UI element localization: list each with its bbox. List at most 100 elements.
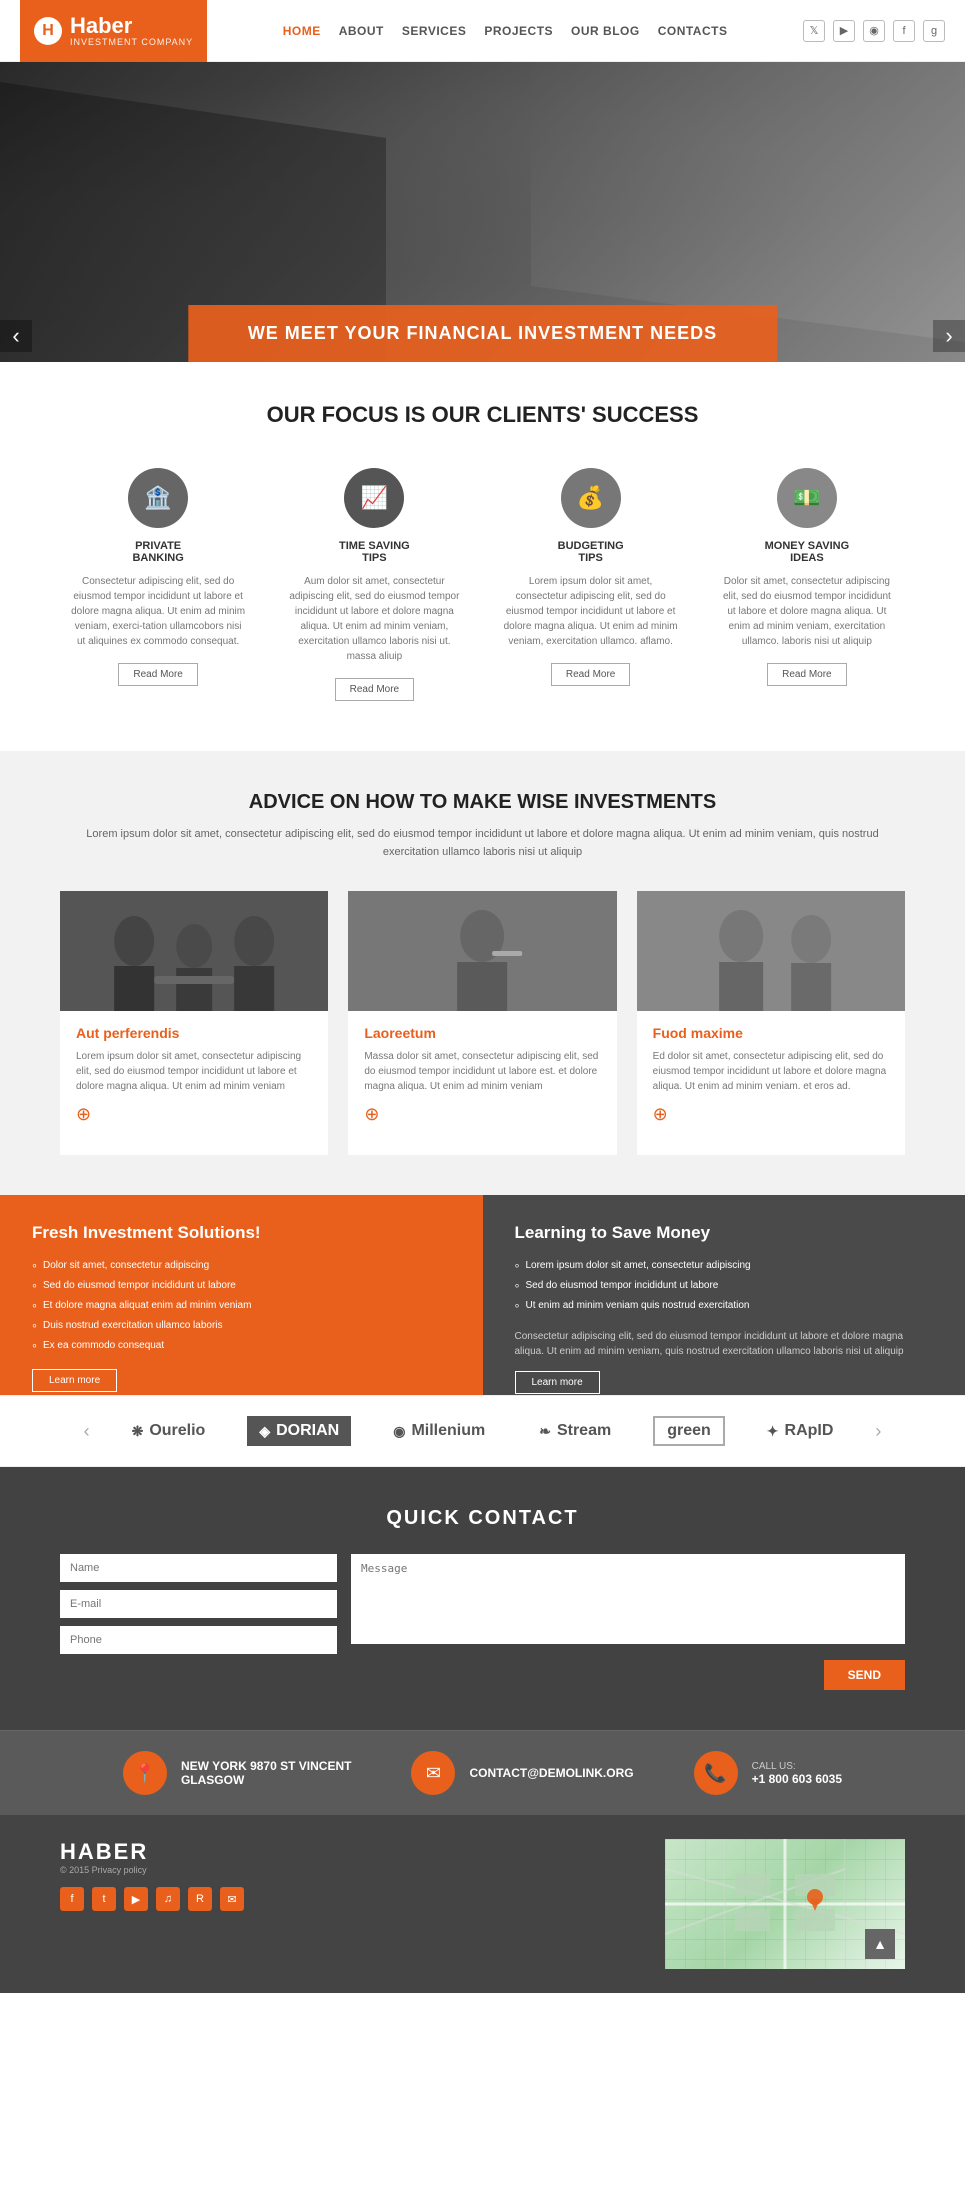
- nav-home[interactable]: HOME: [283, 24, 321, 38]
- logos-next-button[interactable]: ›: [875, 1421, 881, 1442]
- logo-icon: H: [34, 17, 62, 45]
- rapid-label: RApID: [785, 1422, 834, 1440]
- logo-subtitle: INVESTMENT COMPANY: [70, 37, 193, 47]
- header: H Haber INVESTMENT COMPANY HOME ABOUT SE…: [0, 0, 965, 62]
- advice-title: ADVICE ON HOW TO MAKE WISE INVESTMENTS: [60, 791, 905, 814]
- nav-projects[interactable]: PROJECTS: [484, 24, 553, 38]
- twitter-icon[interactable]: 𝕏: [803, 20, 825, 42]
- solutions-right: Learning to Save Money Lorem ipsum dolor…: [483, 1195, 965, 1395]
- phone-icon: 📞: [694, 1751, 738, 1795]
- footer-social-rss[interactable]: R: [188, 1887, 212, 1911]
- green-label: green: [667, 1422, 711, 1440]
- nav-contacts[interactable]: CONTACTS: [658, 24, 728, 38]
- advice-card-1-name: Aut perferendis: [76, 1025, 312, 1041]
- advice-card-1-link-icon[interactable]: ⊕: [76, 1104, 312, 1125]
- quick-contact-title: QUICK CONTACT: [60, 1507, 905, 1530]
- facebook-icon[interactable]: f: [893, 20, 915, 42]
- name-input[interactable]: [60, 1554, 337, 1582]
- logo-ourelio[interactable]: ❋ Ourelio: [120, 1416, 218, 1446]
- focus-card-4-read-more[interactable]: Read More: [767, 663, 846, 686]
- logo-dorian[interactable]: ◈ DORIAN: [247, 1416, 351, 1446]
- millenium-label: Millenium: [411, 1422, 485, 1440]
- email-value: CONTACT@DEMOLINK.ORG: [469, 1766, 633, 1780]
- advice-card-1-image: [60, 891, 328, 1011]
- focus-card-2-text: Aum dolor sit amet, consectetur adipisci…: [286, 574, 462, 664]
- logo-millenium[interactable]: ◉ Millenium: [381, 1416, 497, 1446]
- hero-next-button[interactable]: ›: [933, 320, 965, 352]
- advice-card-1: Aut perferendis Lorem ipsum dolor sit am…: [60, 891, 328, 1155]
- advice-card-3-link-icon[interactable]: ⊕: [653, 1104, 889, 1125]
- saving-item-3: Ut enim ad minim veniam quis nostrud exe…: [515, 1297, 934, 1313]
- main-nav: HOME ABOUT SERVICES PROJECTS OUR BLOG CO…: [283, 24, 728, 38]
- phone-value: +1 800 603 6035: [752, 1772, 842, 1786]
- message-textarea[interactable]: [351, 1554, 905, 1644]
- focus-title: OUR FOCUS IS OUR CLIENTS' SUCCESS: [60, 402, 905, 428]
- scroll-top-button[interactable]: ▲: [865, 1929, 895, 1959]
- nav-blog[interactable]: OUR BLOG: [571, 24, 640, 38]
- focus-card-1: 🏦 PRIVATEBANKING Consectetur adipiscing …: [60, 458, 256, 711]
- hero-bg-right: [531, 62, 965, 342]
- hero-prev-button[interactable]: ‹: [0, 320, 32, 352]
- hero-banner: WE MEET YOUR FINANCIAL INVESTMENT NEEDS: [188, 305, 777, 362]
- footer-map-wrapper: ▲: [665, 1839, 905, 1969]
- address-icon: 📍: [123, 1751, 167, 1795]
- logo-name: Haber: [70, 15, 193, 37]
- focus-card-1-text: Consectetur adipiscing elit, sed do eius…: [70, 574, 246, 649]
- logos-prev-button[interactable]: ‹: [84, 1421, 90, 1442]
- solutions-item-5: Ex ea commodo consequat: [32, 1337, 451, 1353]
- phone-input[interactable]: [60, 1626, 337, 1654]
- focus-card-2-title: TIME SAVINGTIPS: [286, 540, 462, 564]
- logo-stream[interactable]: ❧ Stream: [527, 1416, 623, 1446]
- solutions-learn-btn[interactable]: Learn more: [32, 1369, 117, 1392]
- hero-section: WE MEET YOUR FINANCIAL INVESTMENT NEEDS …: [0, 62, 965, 362]
- contact-form: SEND: [60, 1554, 905, 1690]
- advice-card-2-name: Laoreetum: [364, 1025, 600, 1041]
- advice-card-2-link-icon[interactable]: ⊕: [364, 1104, 600, 1125]
- footer-social-icons: f t ▶ ♫ R ✉: [60, 1887, 635, 1911]
- footer-social-tw[interactable]: t: [92, 1887, 116, 1911]
- saving-text: Consectetur adipiscing elit, sed do eius…: [515, 1329, 934, 1359]
- private-banking-icon: 🏦: [128, 468, 188, 528]
- dorian-icon: ◈: [259, 1423, 270, 1440]
- advice-card-2: Laoreetum Massa dolor sit amet, consecte…: [348, 891, 616, 1155]
- footer-social-fb[interactable]: f: [60, 1887, 84, 1911]
- focus-section: OUR FOCUS IS OUR CLIENTS' SUCCESS 🏦 PRIV…: [0, 362, 965, 751]
- stream-icon: ❧: [539, 1423, 551, 1440]
- stream-label: Stream: [557, 1422, 611, 1440]
- logo-rapid[interactable]: ✦ RApID: [755, 1416, 846, 1446]
- focus-card-2: 📈 TIME SAVINGTIPS Aum dolor sit amet, co…: [276, 458, 472, 711]
- send-button[interactable]: SEND: [824, 1660, 905, 1690]
- advice-card-2-image: [348, 891, 616, 1011]
- footer-social-music[interactable]: ♫: [156, 1887, 180, 1911]
- saving-learn-btn[interactable]: Learn more: [515, 1371, 600, 1394]
- contact-phone: 📞 CALL US: +1 800 603 6035: [694, 1751, 842, 1795]
- footer-social-email[interactable]: ✉: [220, 1887, 244, 1911]
- focus-card-3-read-more[interactable]: Read More: [551, 663, 630, 686]
- advice-cards: Aut perferendis Lorem ipsum dolor sit am…: [60, 891, 905, 1155]
- logo-green[interactable]: green: [653, 1416, 725, 1446]
- saving-item-1: Lorem ipsum dolor sit amet, consectetur …: [515, 1257, 934, 1273]
- focus-card-4-text: Dolor sit amet, consectetur adipiscing e…: [719, 574, 895, 649]
- footer-social-yt[interactable]: ▶: [124, 1887, 148, 1911]
- nav-about[interactable]: ABOUT: [339, 24, 384, 38]
- focus-card-1-read-more[interactable]: Read More: [118, 663, 197, 686]
- footer: HABER © 2015 Privacy policy f t ▶ ♫ R ✉: [0, 1815, 965, 1993]
- advice-card-2-text: Massa dolor sit amet, consectetur adipis…: [364, 1049, 600, 1094]
- solutions-title: Fresh Investment Solutions!: [32, 1223, 451, 1243]
- dorian-label: DORIAN: [276, 1422, 339, 1440]
- gplus-icon[interactable]: g: [923, 20, 945, 42]
- millenium-icon: ◉: [393, 1423, 405, 1440]
- advice-section: ADVICE ON HOW TO MAKE WISE INVESTMENTS L…: [0, 751, 965, 1195]
- rapid-icon: ✦: [767, 1423, 779, 1440]
- solutions-left: Fresh Investment Solutions! Dolor sit am…: [0, 1195, 483, 1395]
- youtube-icon[interactable]: ▶: [833, 20, 855, 42]
- footer-logo-name: HABER: [60, 1839, 635, 1865]
- email-input[interactable]: [60, 1590, 337, 1618]
- focus-card-1-title: PRIVATEBANKING: [70, 540, 246, 564]
- advice-subtitle: Lorem ipsum dolor sit amet, consectetur …: [60, 826, 905, 861]
- nav-services[interactable]: SERVICES: [402, 24, 466, 38]
- focus-card-2-read-more[interactable]: Read More: [335, 678, 414, 701]
- logo[interactable]: H Haber INVESTMENT COMPANY: [20, 0, 207, 62]
- rss-icon[interactable]: ◉: [863, 20, 885, 42]
- logos-carousel: ‹ ❋ Ourelio ◈ DORIAN ◉ Millenium ❧ Strea…: [0, 1395, 965, 1467]
